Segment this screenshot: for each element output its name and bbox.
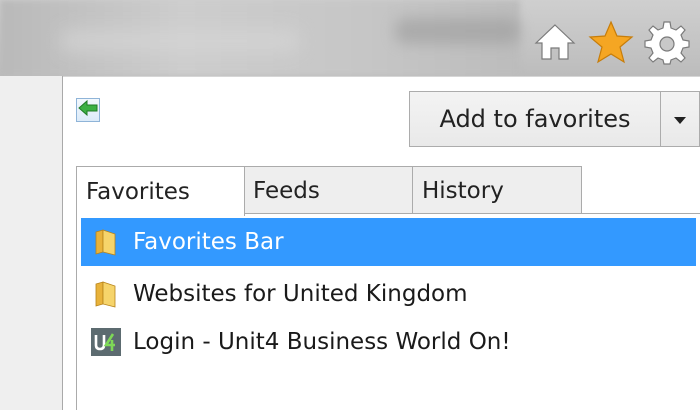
folder-icon bbox=[91, 279, 121, 309]
tab-label: Feeds bbox=[253, 177, 320, 204]
list-item-label: Favorites Bar bbox=[133, 229, 284, 255]
favorites-tab-bar: Favorites Feeds History bbox=[76, 166, 696, 216]
pin-favorites-center-button[interactable] bbox=[76, 98, 100, 122]
tab-feeds[interactable]: Feeds bbox=[243, 166, 414, 214]
browser-window: Add to favorites Favorites Feeds History bbox=[0, 0, 700, 410]
favorites-star-icon[interactable] bbox=[588, 20, 634, 68]
pin-arrow-icon bbox=[78, 99, 98, 121]
blurred-tab-title bbox=[395, 18, 520, 44]
favorites-center-panel: Add to favorites Favorites Feeds History bbox=[63, 76, 700, 410]
list-item-label: Login - Unit4 Business World On! bbox=[133, 329, 511, 355]
tab-history[interactable]: History bbox=[412, 166, 582, 214]
tab-favorites[interactable]: Favorites bbox=[76, 166, 245, 216]
list-item-websites-uk[interactable]: Websites for United Kingdom bbox=[81, 270, 696, 318]
settings-gear-icon[interactable] bbox=[644, 19, 690, 69]
list-item-label: Websites for United Kingdom bbox=[133, 281, 468, 307]
tab-label: Favorites bbox=[86, 178, 190, 205]
page-frame-left bbox=[0, 76, 63, 410]
add-to-favorites-split-button: Add to favorites bbox=[409, 91, 700, 147]
panel-divider bbox=[63, 76, 700, 77]
add-to-favorites-button[interactable]: Add to favorites bbox=[410, 92, 661, 146]
list-item-unit4-login[interactable]: Login - Unit4 Business World On! bbox=[81, 318, 696, 366]
favorites-list: Favorites Bar Websites for United Kingdo… bbox=[76, 213, 700, 410]
add-to-favorites-dropdown[interactable] bbox=[661, 92, 699, 146]
unit4-favicon-icon bbox=[91, 327, 121, 357]
home-icon[interactable] bbox=[533, 22, 577, 66]
tab-label: History bbox=[422, 177, 504, 204]
dropdown-arrow-icon bbox=[673, 110, 687, 129]
browser-toolbar bbox=[0, 0, 700, 76]
blurred-tab-area bbox=[60, 30, 300, 52]
folder-icon bbox=[91, 227, 121, 257]
list-item-favorites-bar[interactable]: Favorites Bar bbox=[81, 218, 696, 266]
